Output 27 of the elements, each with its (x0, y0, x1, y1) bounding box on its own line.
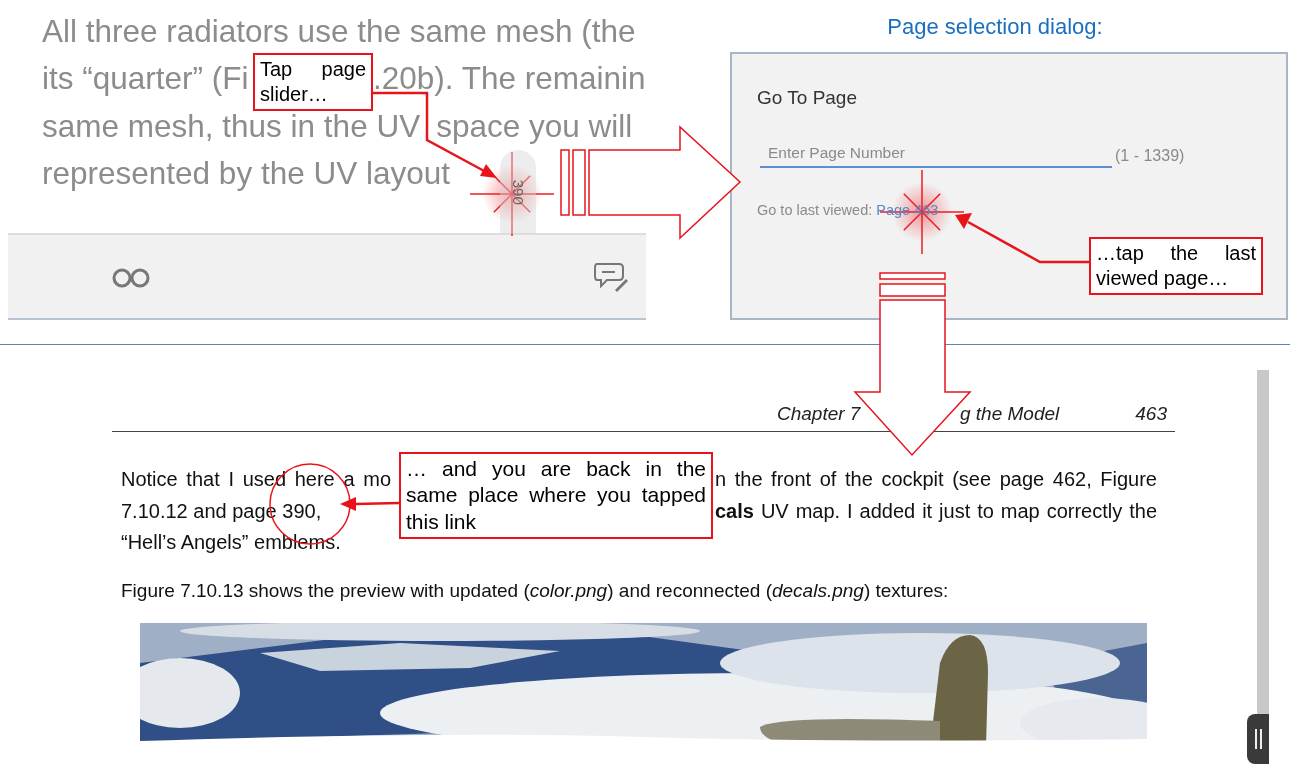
tap-marker-icon (469, 151, 555, 237)
scroll-handle[interactable] (1247, 714, 1269, 764)
text-line: .20b). The remainin (373, 59, 646, 98)
text-line: n the front of the cockpit (see page 462, Figure (715, 467, 1157, 492)
page-range-text: (1 - 1339) (1115, 146, 1185, 166)
last-viewed-label: Go to last viewed: (757, 201, 873, 220)
text-line: its “quarter” (Fi (42, 59, 250, 98)
text-line: space you will (436, 107, 633, 146)
callout: Tap page slider… (253, 53, 373, 111)
text-line: “Hell’s Angels” emblems. (121, 530, 341, 555)
leader-arrow (340, 497, 400, 511)
dialog-title: Go To Page (757, 86, 857, 110)
caption-text: Page selection dialog: (886, 13, 1104, 41)
text-line: All three radiators use the same mesh (the (42, 12, 636, 51)
text-line: cals UV map. I added it just to map correctly the (715, 498, 1157, 524)
chapter-title: Chapter 7 (777, 402, 861, 426)
page-number-field[interactable]: Enter Page Number (760, 140, 1112, 168)
page-number: 463 (1135, 402, 1167, 426)
callout: …tap the last viewed page… (1089, 237, 1263, 295)
callout: … and you are back in the same place where you tapped this link (399, 452, 713, 539)
comment-edit-icon[interactable] (593, 260, 629, 292)
tap-marker-icon (879, 169, 965, 255)
page-slider-thumb[interactable]: 390 (500, 150, 536, 234)
text-line: represented by the UV layout (42, 154, 450, 193)
chapter-title: g the Model (960, 402, 1060, 426)
glasses-icon[interactable] (111, 267, 151, 289)
paragraph: Figure 7.10.13 shows the preview with updated (color.png) and reconnected (decals.png) textures: (120, 578, 950, 603)
